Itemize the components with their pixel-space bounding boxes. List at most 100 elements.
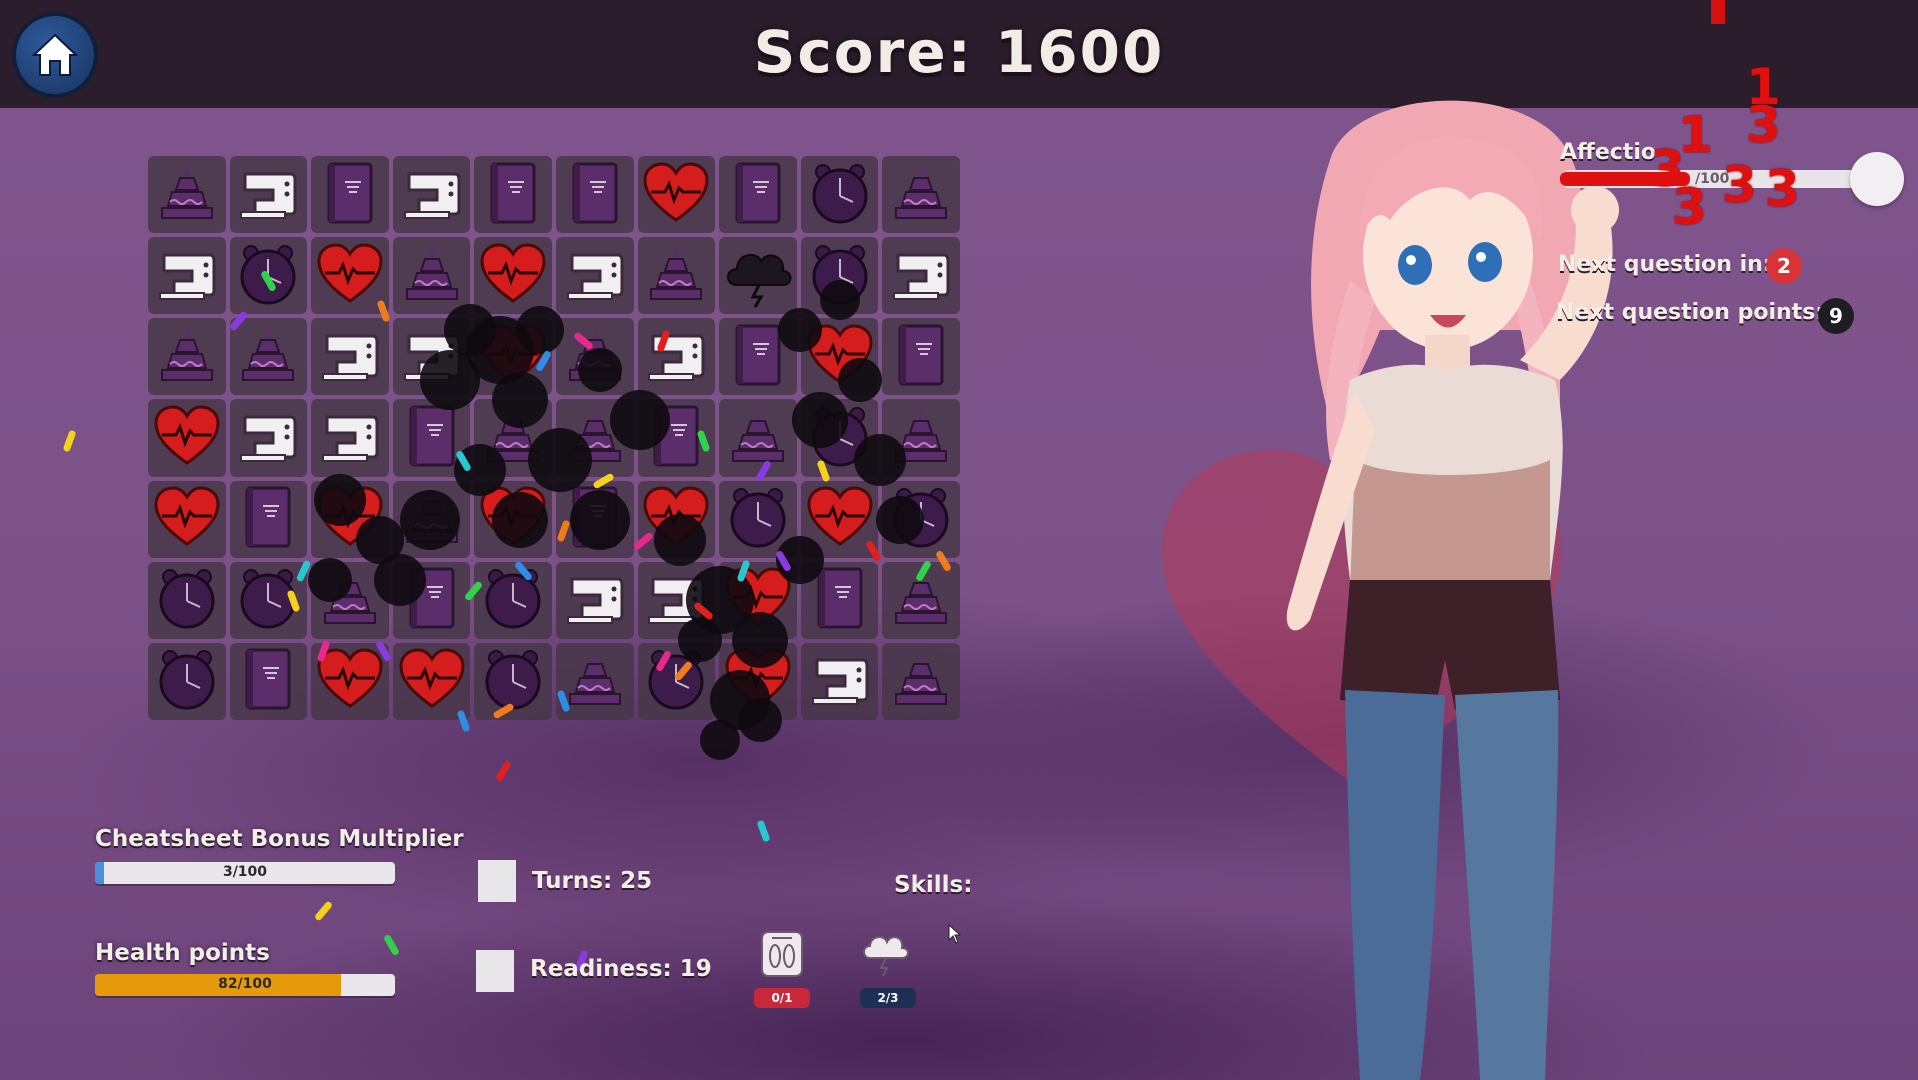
book-icon xyxy=(886,320,956,394)
board-tile[interactable] xyxy=(637,237,716,315)
smoke-puff xyxy=(700,720,740,760)
turns-label: Turns xyxy=(532,868,620,894)
book-icon xyxy=(233,482,303,556)
board-tile[interactable] xyxy=(311,156,389,234)
cake-icon xyxy=(152,320,222,394)
cake-icon xyxy=(641,239,711,313)
damage-number: 3 xyxy=(1765,160,1800,218)
cheatsheet-title: Cheatsheet Bonus Multiplier xyxy=(95,826,464,852)
smoke-puff xyxy=(792,392,848,448)
next-question-badge: 2 xyxy=(1766,248,1802,284)
affection-label: Affectio xyxy=(1560,140,1656,165)
board-tile[interactable] xyxy=(229,480,308,558)
board-tile[interactable] xyxy=(719,156,797,234)
board-tile[interactable] xyxy=(882,156,960,234)
board-tile[interactable] xyxy=(229,156,308,234)
damage-mark xyxy=(1711,0,1725,24)
board-tile[interactable] xyxy=(148,480,226,558)
clock-icon xyxy=(478,563,548,637)
board-tile[interactable] xyxy=(148,561,226,639)
damage-number: 3 xyxy=(1722,156,1757,214)
smoke-puff xyxy=(400,490,460,550)
board-tile[interactable] xyxy=(311,399,389,477)
board-tile[interactable] xyxy=(637,318,716,396)
skill-badge-cloud: 2/3 xyxy=(860,988,916,1008)
smoke-puff xyxy=(308,558,352,602)
damage-number: 3 xyxy=(1672,178,1707,236)
sewing-machine-icon xyxy=(560,239,630,313)
heart-icon xyxy=(478,239,548,313)
board-tile[interactable] xyxy=(882,318,960,396)
smoke-puff xyxy=(516,306,564,354)
smoke-puff xyxy=(492,372,548,428)
board-tile[interactable] xyxy=(474,237,552,315)
board-tile[interactable] xyxy=(311,318,389,396)
skill-badge-scale: 0/1 xyxy=(754,988,810,1008)
smoke-puff xyxy=(420,350,480,410)
sewing-machine-icon xyxy=(233,401,303,475)
sewing-machine-icon xyxy=(641,320,711,394)
book-icon xyxy=(233,644,303,718)
sewing-machine-icon xyxy=(560,563,630,637)
board-tile[interactable] xyxy=(474,156,552,234)
board-tile[interactable] xyxy=(637,156,716,234)
storm-cloud-icon[interactable] xyxy=(860,924,912,976)
book-icon xyxy=(723,158,793,232)
sewing-machine-icon xyxy=(233,158,303,232)
heart-icon xyxy=(152,401,222,475)
board-tile[interactable] xyxy=(392,237,471,315)
mouse-cursor-icon xyxy=(948,924,962,944)
board-tile[interactable] xyxy=(474,561,552,639)
heart-icon xyxy=(641,158,711,232)
book-icon xyxy=(315,158,385,232)
board-tile[interactable] xyxy=(229,642,308,720)
board-tile[interactable] xyxy=(882,642,960,720)
turns-text: Turns25 xyxy=(532,868,652,894)
board-tile[interactable] xyxy=(800,156,879,234)
board-tile[interactable] xyxy=(555,561,634,639)
board-tile[interactable] xyxy=(719,399,797,477)
clock-icon xyxy=(152,644,222,718)
smoke-puff xyxy=(738,698,782,742)
board-tile[interactable] xyxy=(882,237,960,315)
smoke-puff xyxy=(492,492,548,548)
smoke-puff xyxy=(838,358,882,402)
smoke-puff xyxy=(314,474,366,526)
board-tile[interactable] xyxy=(392,642,471,720)
cake-icon xyxy=(233,320,303,394)
skills-title: Skills: xyxy=(894,872,973,898)
board-tile[interactable] xyxy=(148,642,226,720)
sewing-machine-icon xyxy=(315,320,385,394)
board-tile[interactable] xyxy=(392,156,471,234)
smoke-puff xyxy=(570,490,630,550)
board-tile[interactable] xyxy=(555,237,634,315)
heart-icon xyxy=(152,482,222,556)
smoke-puff xyxy=(876,496,924,544)
sewing-machine-icon xyxy=(805,644,875,718)
board-tile[interactable] xyxy=(148,156,226,234)
cake-icon xyxy=(397,239,467,313)
smoke-puff xyxy=(578,348,622,392)
board-tile[interactable] xyxy=(229,318,308,396)
board-tile[interactable] xyxy=(148,237,226,315)
score-label: Score xyxy=(754,18,995,86)
board-tile[interactable] xyxy=(800,642,879,720)
board-tile[interactable] xyxy=(719,237,797,315)
clock-icon xyxy=(152,563,222,637)
health-value: 82/100 xyxy=(218,976,272,992)
sewing-machine-icon xyxy=(397,158,467,232)
board-tile[interactable] xyxy=(148,399,226,477)
smoke-puff xyxy=(820,280,860,320)
board-tile[interactable] xyxy=(148,318,226,396)
readiness-text: Readiness19 xyxy=(530,956,712,982)
board-tile[interactable] xyxy=(229,399,308,477)
cloud-icon xyxy=(723,239,793,313)
next-question-label: Next question in: xyxy=(1558,252,1772,277)
foot-scale-icon[interactable] xyxy=(758,928,806,980)
board-tile[interactable] xyxy=(555,156,634,234)
smoke-puff xyxy=(528,428,592,492)
affection-slider-knob[interactable] xyxy=(1850,152,1904,206)
turns-indicator xyxy=(478,860,516,902)
sewing-machine-icon xyxy=(315,401,385,475)
readiness-value: 19 xyxy=(679,956,712,982)
